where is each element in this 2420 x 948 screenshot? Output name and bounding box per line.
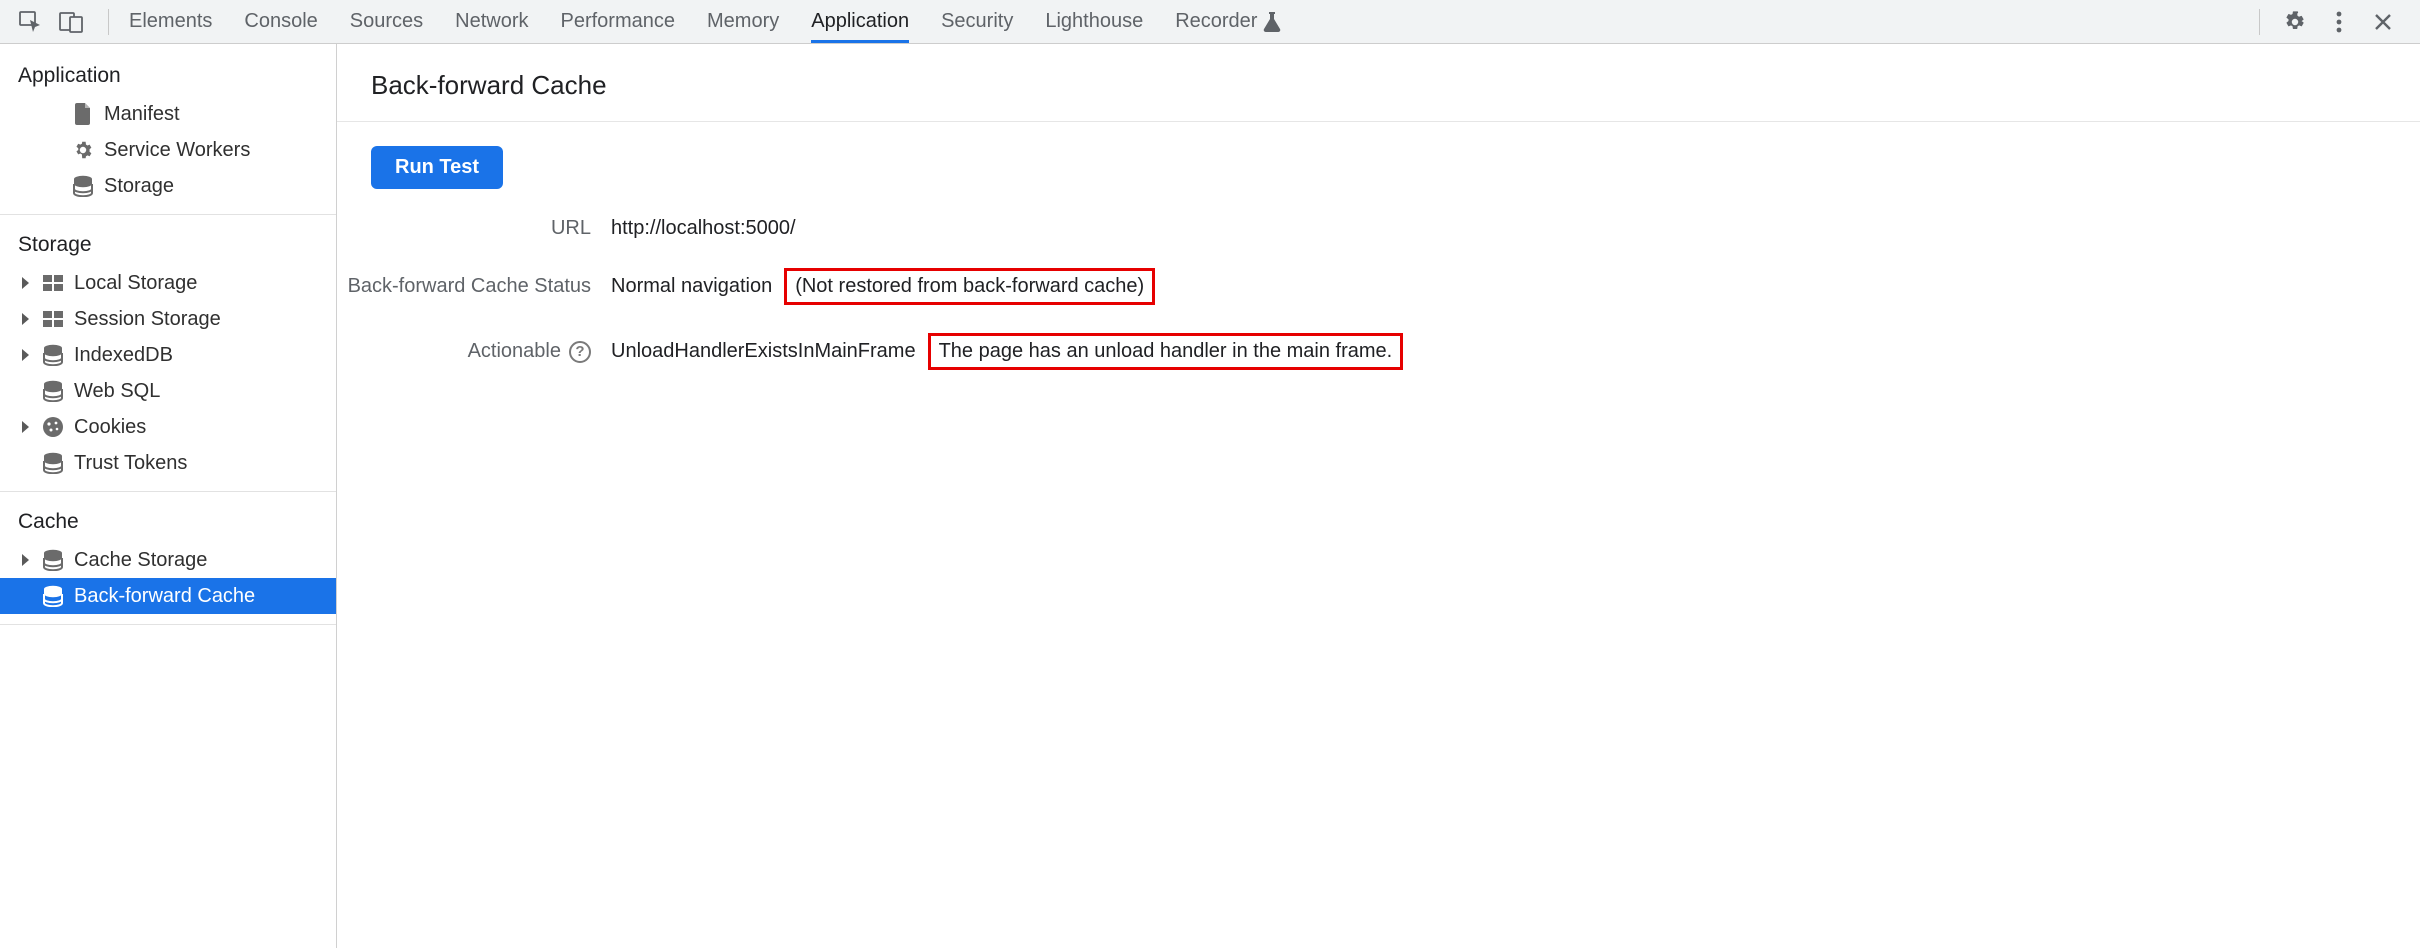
- database-icon: [42, 549, 64, 571]
- status-text: Normal navigation: [611, 275, 772, 298]
- tab-security[interactable]: Security: [941, 0, 1013, 43]
- tab-label: Elements: [129, 10, 212, 33]
- tab-performance[interactable]: Performance: [561, 0, 676, 43]
- tab-label: Application: [811, 10, 909, 33]
- tab-recorder[interactable]: Recorder: [1175, 0, 1281, 43]
- sidebar-item-label: Web SQL: [74, 377, 160, 405]
- sidebar-item-session-storage[interactable]: Session Storage: [0, 301, 336, 337]
- sidebar-item-label: Trust Tokens: [74, 449, 187, 477]
- tab-memory[interactable]: Memory: [707, 0, 779, 43]
- toolbar-separator: [2259, 9, 2260, 35]
- url-value: http://localhost:5000/: [611, 217, 2420, 240]
- sidebar-item-web-sql[interactable]: Web SQL: [0, 373, 336, 409]
- page-title: Back-forward Cache: [367, 70, 2420, 101]
- database-icon: [42, 380, 64, 402]
- actionable-value: UnloadHandlerExistsInMainFrame The page …: [611, 333, 2420, 370]
- sidebar-item-indexeddb[interactable]: IndexedDB: [0, 337, 336, 373]
- sidebar-item-cookies[interactable]: Cookies: [0, 409, 336, 445]
- tab-label: Memory: [707, 10, 779, 33]
- flask-icon: [1263, 12, 1281, 32]
- sidebar-item-label: IndexedDB: [74, 341, 173, 369]
- actionable-code: UnloadHandlerExistsInMainFrame: [611, 340, 916, 363]
- toolbar-right: [2255, 9, 2410, 35]
- tab-label: Lighthouse: [1045, 10, 1143, 33]
- tab-label: Console: [244, 10, 317, 33]
- devtools-toolbar: Elements Console Sources Network Performance…: [0, 0, 2420, 44]
- sidebar-section: Storage Local Storage Session Storage Index…: [0, 223, 336, 492]
- sidebar-section-title: Storage: [0, 223, 336, 265]
- sidebar-item-label: Service Workers: [104, 136, 250, 164]
- sidebar-item-label: Manifest: [104, 100, 180, 128]
- sidebar-section: Application Manifest Service Workers Storag…: [0, 54, 336, 215]
- sidebar-item-bfcache[interactable]: Back-forward Cache: [0, 578, 336, 614]
- tab-label: Network: [455, 10, 528, 33]
- tab-label: Recorder: [1175, 10, 1257, 33]
- inspect-element-icon[interactable]: [18, 9, 44, 35]
- sidebar-item-service-workers[interactable]: Service Workers: [0, 132, 336, 168]
- sidebar-item-label: Cookies: [74, 413, 146, 441]
- tab-label: Sources: [350, 10, 423, 33]
- close-devtools-icon[interactable]: [2370, 9, 2396, 35]
- sidebar-item-local-storage[interactable]: Local Storage: [0, 265, 336, 301]
- caret-right-icon[interactable]: [18, 554, 32, 566]
- tab-network[interactable]: Network: [455, 0, 528, 43]
- bfcache-panel: Back-forward Cache Run Test URL http://l…: [337, 44, 2420, 948]
- status-value: Normal navigation (Not restored from bac…: [611, 268, 2420, 305]
- database-icon: [42, 344, 64, 366]
- caret-right-icon[interactable]: [18, 349, 32, 361]
- sidebar-section-title: Application: [0, 54, 336, 96]
- tab-label: Security: [941, 10, 1013, 33]
- sidebar-item-label: Session Storage: [74, 305, 221, 333]
- sidebar-item-label: Back-forward Cache: [74, 582, 255, 610]
- bfcache-details: URL http://localhost:5000/ Back-forward …: [337, 217, 2420, 370]
- toolbar-separator: [108, 9, 109, 35]
- sidebar-item-storage[interactable]: Storage: [0, 168, 336, 204]
- tab-application[interactable]: Application: [811, 0, 909, 43]
- document-icon: [72, 103, 94, 125]
- sidebar-section-title: Cache: [0, 500, 336, 542]
- sidebar-item-label: Storage: [104, 172, 174, 200]
- sidebar-item-manifest[interactable]: Manifest: [0, 96, 336, 132]
- device-toolbar-icon[interactable]: [58, 9, 84, 35]
- tab-elements[interactable]: Elements: [129, 0, 212, 43]
- sidebar-item-cache-storage[interactable]: Cache Storage: [0, 542, 336, 578]
- toolbar-left-icons: [10, 9, 94, 35]
- sidebar-item-label: Local Storage: [74, 269, 197, 297]
- status-not-restored-highlight: (Not restored from back-forward cache): [784, 268, 1155, 305]
- grid-icon: [42, 272, 64, 294]
- actionable-message-highlight: The page has an unload handler in the ma…: [928, 333, 1404, 370]
- run-test-button[interactable]: Run Test: [371, 146, 503, 189]
- actionable-label: Actionable ?: [341, 333, 591, 370]
- settings-gear-icon[interactable]: [2282, 9, 2308, 35]
- url-label: URL: [341, 217, 591, 240]
- application-sidebar: Application Manifest Service Workers Storag…: [0, 44, 337, 948]
- grid-icon: [42, 308, 64, 330]
- tab-label: Performance: [561, 10, 676, 33]
- tab-lighthouse[interactable]: Lighthouse: [1045, 0, 1143, 43]
- database-icon: [42, 585, 64, 607]
- sidebar-item-label: Cache Storage: [74, 546, 207, 574]
- caret-right-icon[interactable]: [18, 421, 32, 433]
- kebab-menu-icon[interactable]: [2326, 9, 2352, 35]
- tab-sources[interactable]: Sources: [350, 0, 423, 43]
- database-icon: [72, 175, 94, 197]
- sidebar-section: Cache Cache Storage Back-forward Cache: [0, 500, 336, 625]
- main-split: Application Manifest Service Workers Storag…: [0, 44, 2420, 948]
- tab-console[interactable]: Console: [244, 0, 317, 43]
- devtools-tabbar: Elements Console Sources Network Performance…: [129, 0, 1281, 43]
- help-icon[interactable]: ?: [569, 341, 591, 363]
- gear-icon: [72, 139, 94, 161]
- actionable-label-text: Actionable: [468, 340, 561, 363]
- caret-right-icon[interactable]: [18, 313, 32, 325]
- sidebar-item-trust-tokens[interactable]: Trust Tokens: [0, 445, 336, 481]
- caret-right-icon[interactable]: [18, 277, 32, 289]
- database-icon: [42, 452, 64, 474]
- title-divider: [337, 121, 2420, 122]
- cookie-icon: [42, 416, 64, 438]
- status-label: Back-forward Cache Status: [341, 268, 591, 305]
